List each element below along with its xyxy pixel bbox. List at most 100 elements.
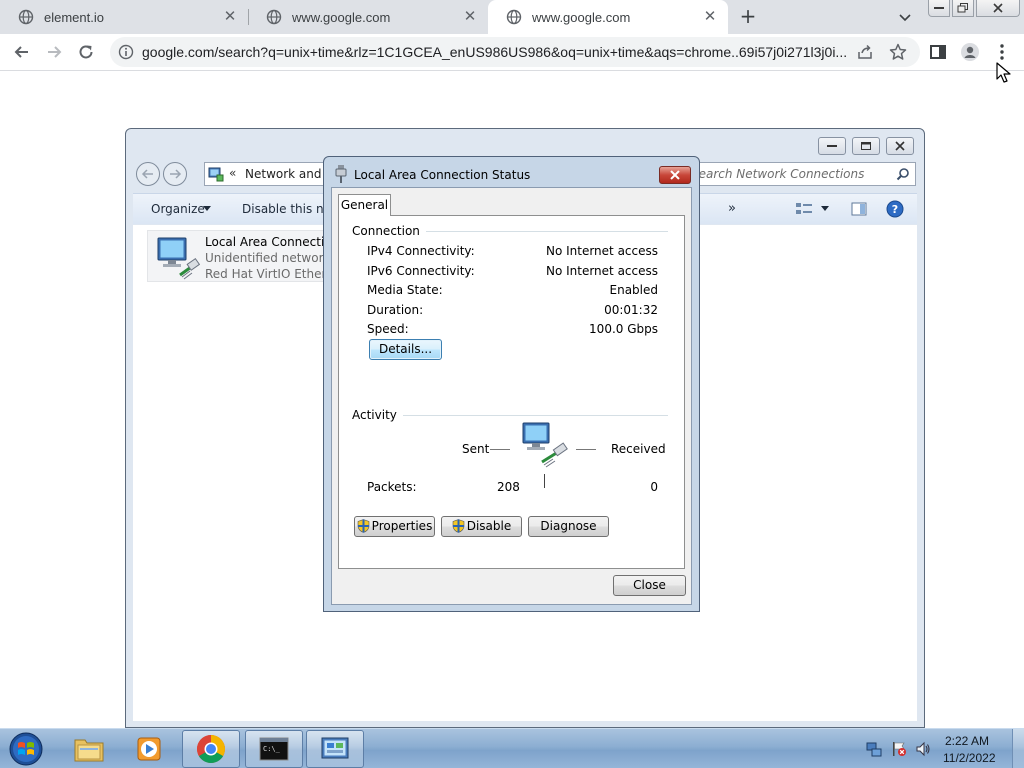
dialog-title: Local Area Connection Status [354, 168, 531, 182]
tab-title: element.io [44, 9, 104, 25]
ipv4-value: No Internet access [545, 244, 658, 258]
tab-close-icon[interactable]: ✕ [222, 9, 238, 25]
media-state-label: Media State: [367, 283, 443, 297]
change-view-icon[interactable] [795, 201, 813, 217]
control-panel-network-icon [321, 737, 349, 759]
search-icon[interactable] [896, 167, 910, 181]
general-tab-panel: Connection IPv4 Connectivity: No Interne… [338, 215, 685, 569]
media-player-icon [137, 737, 161, 761]
packets-received-value: 0 [650, 480, 658, 494]
view-dropdown-arrow-icon[interactable] [821, 206, 829, 211]
explorer-close-button[interactable] [886, 137, 914, 155]
ipv6-label: IPv6 Connectivity: [367, 264, 475, 278]
globe-icon [506, 9, 522, 25]
reload-icon[interactable] [76, 42, 96, 62]
browser-tab-element[interactable]: element.io ✕ [0, 0, 248, 34]
tab-close-icon[interactable]: ✕ [702, 9, 718, 25]
browser-close-button[interactable] [976, 0, 1020, 17]
speed-value: 100.0 Gbps [589, 322, 658, 336]
dialog-body: General Connection IPv4 Connectivity: No… [331, 187, 692, 605]
dialog-close-button[interactable] [659, 166, 691, 184]
clock-date[interactable]: 11/2/2022 [943, 751, 996, 765]
network-tray-icon[interactable] [866, 741, 882, 757]
local-area-connection-item[interactable]: Local Area Connection Unidentified netwo… [147, 230, 397, 282]
browser-restore-button[interactable] [952, 0, 974, 17]
search-placeholder: Search Network Connections [691, 167, 865, 181]
explorer-search-input[interactable]: Search Network Connections [686, 162, 916, 186]
back-arrow-icon[interactable] [12, 42, 32, 62]
connection-name: Local Area Connection [205, 235, 340, 249]
uac-shield-icon [357, 519, 369, 533]
command-prompt-icon: C:\_ [259, 737, 289, 761]
activity-group-label: Activity [352, 408, 403, 422]
tab-title: www.google.com [532, 9, 631, 25]
url-text[interactable]: google.com/search?q=unix+time&rlz=1C1GCE… [142, 44, 852, 60]
info-icon[interactable] [118, 44, 134, 60]
disable-button-label: Disable [466, 519, 512, 533]
connection-status-dialog: Local Area Connection Status General Con… [323, 156, 700, 612]
share-icon[interactable] [857, 44, 873, 60]
network-adapter-icon [157, 237, 200, 280]
folder-icon [74, 739, 104, 762]
network-control-panel-icon [208, 167, 224, 182]
windows-taskbar: C:\_ 2:22 AM 11/2/2022 [0, 728, 1024, 768]
breadcrumb-chevron[interactable]: « [229, 166, 236, 180]
packets-sent-value: 208 [497, 480, 520, 494]
network-activity-icon [522, 422, 568, 468]
ipv6-value: No Internet access [545, 264, 658, 278]
bookmark-star-icon[interactable] [889, 43, 907, 61]
explorer-minimize-button[interactable] [818, 137, 846, 155]
tab-general[interactable]: General [338, 194, 391, 216]
browser-toolbar: google.com/search?q=unix+time&rlz=1C1GCE… [0, 34, 1024, 71]
omnibox[interactable]: google.com/search?q=unix+time&rlz=1C1GCE… [110, 37, 920, 67]
sent-line [490, 449, 510, 450]
more-commands-overflow[interactable]: » [728, 201, 736, 216]
taskbar-chrome-button[interactable] [182, 730, 240, 768]
svg-text:C:\_: C:\_ [263, 745, 281, 753]
start-orb-icon[interactable] [6, 730, 46, 768]
explorer-maximize-button[interactable] [852, 137, 880, 155]
forward-arrow-icon[interactable] [44, 42, 64, 62]
duration-value: 00:01:32 [604, 303, 658, 317]
received-line [576, 449, 596, 450]
taskbar-network-control-panel-button[interactable] [306, 730, 364, 768]
volume-icon[interactable] [915, 741, 931, 757]
back-forward-buttons[interactable] [135, 161, 189, 187]
organize-menu[interactable]: Organize [151, 202, 205, 216]
activity-group-line [359, 415, 668, 416]
diagnose-button[interactable]: Diagnose [528, 516, 609, 537]
preview-pane-icon[interactable] [851, 201, 867, 217]
chrome-icon [197, 735, 225, 763]
duration-label: Duration: [367, 303, 424, 317]
media-state-value: Enabled [609, 283, 659, 297]
globe-icon [266, 9, 282, 25]
organize-dropdown-arrow-icon[interactable] [203, 206, 211, 211]
close-button[interactable]: Close [613, 575, 686, 596]
properties-button[interactable]: Properties [354, 516, 435, 537]
clock-time[interactable]: 2:22 AM [945, 734, 989, 748]
connection-group-label: Connection [352, 224, 426, 238]
tab-close-icon[interactable]: ✕ [462, 9, 478, 25]
browser-tab-google-1[interactable]: www.google.com ✕ [248, 0, 488, 34]
browser-tab-strip: element.io ✕ www.google.com ✕ www.google… [0, 0, 1024, 34]
tab-title: www.google.com [292, 9, 391, 25]
disable-button[interactable]: Disable [441, 516, 522, 537]
profile-avatar-icon[interactable] [960, 42, 980, 62]
browser-minimize-button[interactable] [928, 0, 950, 17]
browser-tab-google-active[interactable]: www.google.com ✕ [488, 0, 728, 34]
taskbar-media-player-button[interactable] [120, 730, 178, 768]
taskbar-cmd-button[interactable]: C:\_ [245, 730, 303, 768]
speed-label: Speed: [367, 322, 409, 336]
action-center-flag-icon[interactable] [891, 741, 907, 757]
taskbar-explorer-button[interactable] [60, 730, 118, 768]
side-panel-icon[interactable] [928, 42, 948, 62]
new-tab-button[interactable]: + [738, 6, 758, 26]
tab-search-chevron-icon[interactable] [897, 9, 913, 25]
packets-label: Packets: [367, 480, 417, 494]
show-desktop-button[interactable] [1012, 729, 1024, 768]
globe-icon [18, 9, 34, 25]
kebab-menu-icon[interactable] [992, 42, 1012, 62]
help-icon[interactable]: ? [886, 200, 904, 218]
details-button[interactable]: Details... [369, 339, 442, 360]
properties-button-label: Properties [371, 519, 433, 533]
